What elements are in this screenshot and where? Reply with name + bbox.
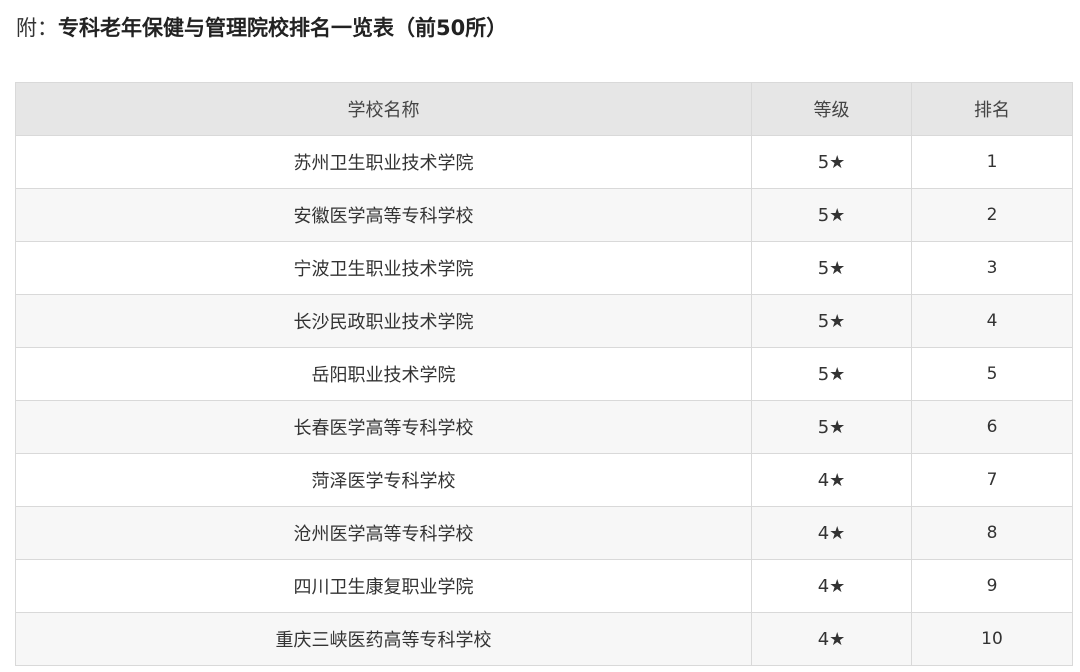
school-name-cell: 重庆三峡医药高等专科学校 [15,612,752,666]
page-title: 专科老年保健与管理院校排名一览表（前50所） [58,16,508,40]
rank-cell: 1 [911,135,1073,189]
grade-cell: 4★ [751,453,912,507]
rank-cell: 8 [911,506,1073,560]
table-row: 苏州卫生职业技术学院 5★ 1 [15,135,1073,189]
grade-cell: 5★ [751,294,912,348]
school-name-cell: 苏州卫生职业技术学院 [15,135,752,189]
column-header-grade: 等级 [751,82,912,136]
grade-cell: 4★ [751,506,912,560]
school-name-cell: 四川卫生康复职业学院 [15,559,752,613]
grade-cell: 5★ [751,347,912,401]
school-name-cell: 长沙民政职业技术学院 [15,294,752,348]
school-name-cell: 宁波卫生职业技术学院 [15,241,752,295]
school-name-cell: 岳阳职业技术学院 [15,347,752,401]
table-header-row: 学校名称 等级 排名 [15,82,1073,136]
ranking-table: 学校名称 等级 排名 苏州卫生职业技术学院 5★ 1 安徽医学高等专科学校 5★… [15,82,1073,666]
ranking-table-container: 学校名称 等级 排名 苏州卫生职业技术学院 5★ 1 安徽医学高等专科学校 5★… [15,82,1073,666]
table-row: 菏泽医学专科学校 4★ 7 [15,453,1073,507]
grade-cell: 4★ [751,559,912,613]
school-name-cell: 安徽医学高等专科学校 [15,188,752,242]
column-header-school: 学校名称 [15,82,752,136]
table-row: 沧州医学高等专科学校 4★ 8 [15,506,1073,560]
grade-cell: 5★ [751,188,912,242]
rank-cell: 4 [911,294,1073,348]
grade-cell: 5★ [751,135,912,189]
heading-prefix: 附： [16,16,58,40]
rank-cell: 3 [911,241,1073,295]
page-heading: 附：专科老年保健与管理院校排名一览表（前50所） [16,10,507,46]
grade-cell: 4★ [751,612,912,666]
column-header-rank: 排名 [911,82,1073,136]
rank-cell: 2 [911,188,1073,242]
table-row: 长春医学高等专科学校 5★ 6 [15,400,1073,454]
table-row: 安徽医学高等专科学校 5★ 2 [15,188,1073,242]
table-row: 长沙民政职业技术学院 5★ 4 [15,294,1073,348]
rank-cell: 6 [911,400,1073,454]
table-row: 四川卫生康复职业学院 4★ 9 [15,559,1073,613]
rank-cell: 9 [911,559,1073,613]
school-name-cell: 沧州医学高等专科学校 [15,506,752,560]
grade-cell: 5★ [751,241,912,295]
school-name-cell: 菏泽医学专科学校 [15,453,752,507]
rank-cell: 5 [911,347,1073,401]
table-row: 重庆三峡医药高等专科学校 4★ 10 [15,612,1073,666]
table-row: 岳阳职业技术学院 5★ 5 [15,347,1073,401]
grade-cell: 5★ [751,400,912,454]
rank-cell: 7 [911,453,1073,507]
table-row: 宁波卫生职业技术学院 5★ 3 [15,241,1073,295]
school-name-cell: 长春医学高等专科学校 [15,400,752,454]
rank-cell: 10 [911,612,1073,666]
